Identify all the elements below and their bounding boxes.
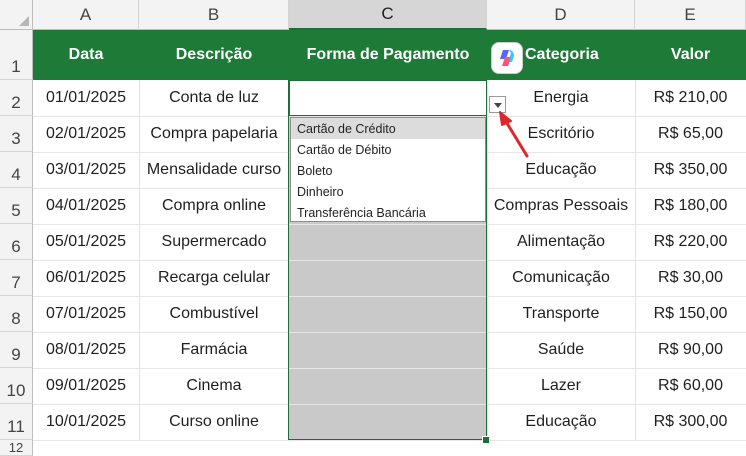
spreadsheet: A B C D E 1 2 3 4 5 6 7 8 9 10 11 12 Dat…	[0, 0, 746, 456]
red-arrow-annotation	[499, 111, 529, 158]
